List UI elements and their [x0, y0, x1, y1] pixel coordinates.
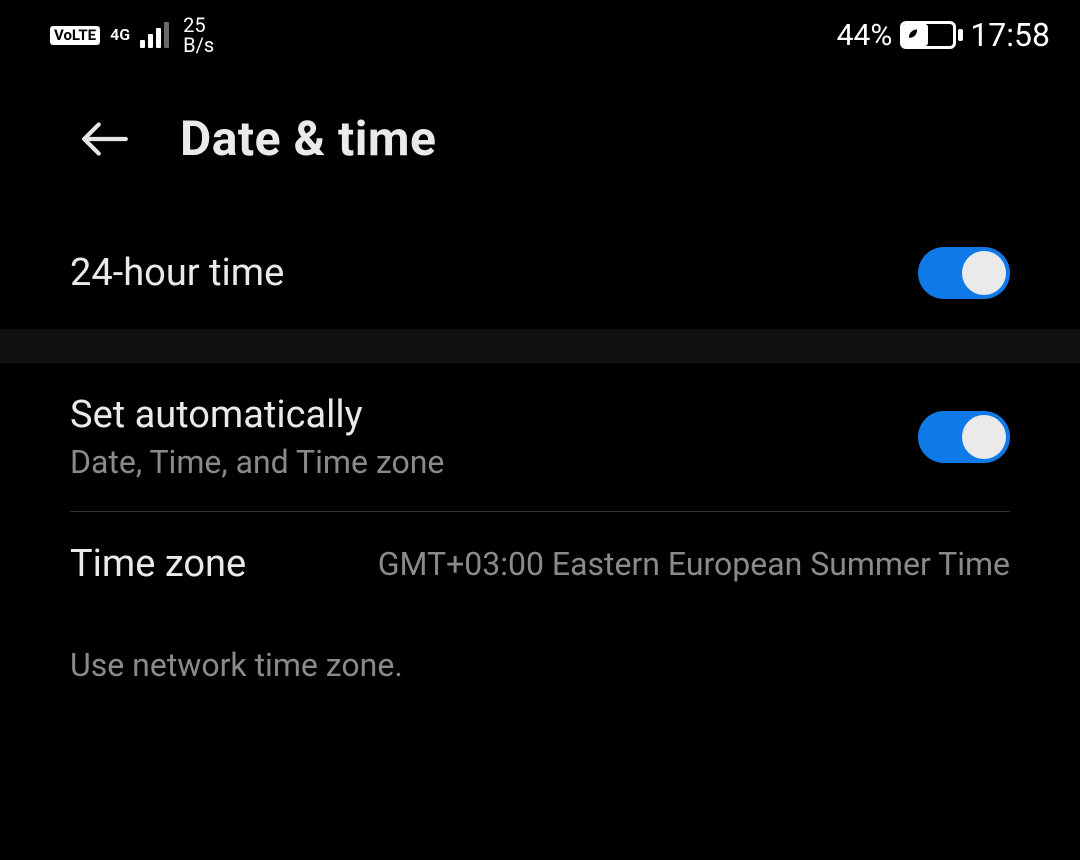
row-24-hour-time[interactable]: 24-hour time — [70, 217, 1010, 329]
row-time-zone[interactable]: Time zone GMT+03:00 Eastern European Sum… — [70, 512, 1010, 616]
status-left: VoLTE 4G 25 B/s — [50, 15, 214, 55]
leaf-icon — [906, 26, 920, 44]
page-header: Date & time — [0, 70, 1080, 217]
status-clock: 17:58 — [970, 16, 1050, 54]
speed-unit: B/s — [183, 35, 214, 55]
network-gen: 4G — [110, 27, 130, 44]
battery-percent: 44% — [837, 18, 893, 53]
section-divider — [0, 329, 1080, 363]
row-value: GMT+03:00 Eastern European Summer Time — [276, 545, 1010, 583]
footer-note: Use network time zone. — [0, 616, 1080, 684]
toggle-knob — [962, 251, 1006, 295]
row-label: 24-hour time — [70, 251, 284, 295]
row-label: Set automatically — [70, 393, 444, 437]
toggle-set-automatically[interactable] — [918, 411, 1010, 463]
page-title: Date & time — [180, 110, 436, 167]
toggle-knob — [962, 415, 1006, 459]
row-set-automatically[interactable]: Set automatically Date, Time, and Time z… — [70, 363, 1010, 511]
network-indicator: 4G — [110, 27, 130, 44]
battery-icon — [900, 21, 956, 49]
row-sublabel: Date, Time, and Time zone — [70, 443, 444, 481]
speed-value: 25 — [183, 15, 205, 35]
status-bar: VoLTE 4G 25 B/s 44% 17:58 — [0, 0, 1080, 70]
status-right: 44% 17:58 — [837, 16, 1050, 54]
row-label: Time zone — [70, 542, 246, 586]
back-arrow-icon[interactable] — [80, 114, 130, 164]
signal-strength-icon — [140, 22, 169, 48]
toggle-24-hour-time[interactable] — [918, 247, 1010, 299]
volte-badge: VoLTE — [50, 26, 100, 45]
network-speed: 25 B/s — [183, 15, 214, 55]
